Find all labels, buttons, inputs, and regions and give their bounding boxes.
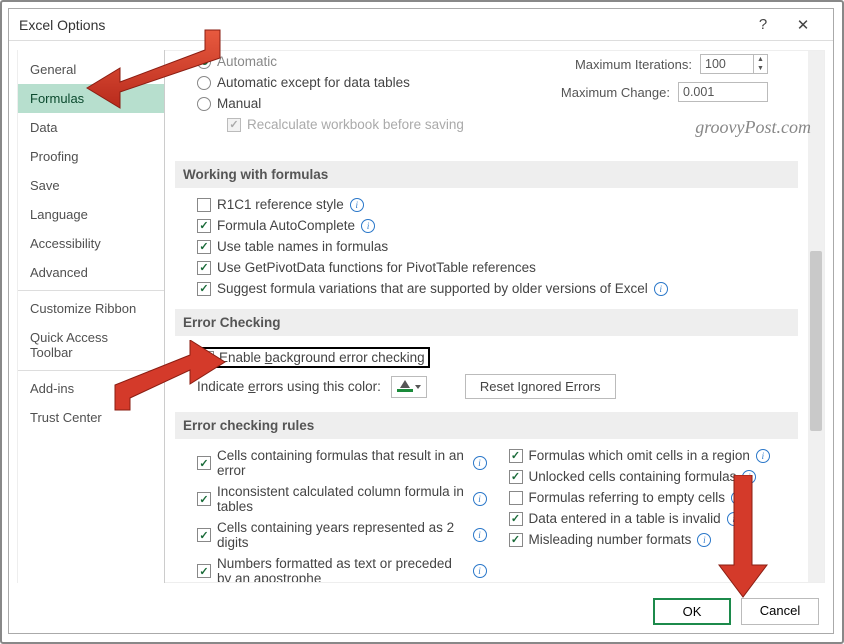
max-change-value: 0.001 <box>683 85 714 99</box>
sidebar-item-save[interactable]: Save <box>18 171 164 200</box>
rule-label: Formulas referring to empty cells <box>529 490 726 505</box>
chk-rule[interactable] <box>197 564 211 578</box>
opt-auto-except-label: Automatic except for data tables <box>217 75 410 90</box>
rule-label: Cells containing years represented as 2 … <box>217 520 467 550</box>
chk-rule[interactable] <box>509 512 523 526</box>
info-icon[interactable] <box>361 219 375 233</box>
sidebar-item-data[interactable]: Data <box>18 113 164 142</box>
lbl-getpivot: Use GetPivotData functions for PivotTabl… <box>217 260 536 275</box>
info-icon[interactable] <box>742 470 756 484</box>
radio-auto-except[interactable] <box>197 76 211 90</box>
reset-ignored-errors-button[interactable]: Reset Ignored Errors <box>465 374 616 399</box>
radio-automatic[interactable] <box>197 55 211 69</box>
section-error-rules: Error checking rules <box>175 412 798 439</box>
lbl-indicate-color: Indicate errors using this color: <box>197 379 381 394</box>
section-error-checking: Error Checking <box>175 309 798 336</box>
info-icon[interactable] <box>350 198 364 212</box>
rule-label: Data entered in a table is invalid <box>529 511 721 526</box>
info-icon[interactable] <box>473 528 487 542</box>
max-change-label: Maximum Change: <box>561 85 670 100</box>
sidebar-item-language[interactable]: Language <box>18 200 164 229</box>
sidebar-item-formulas[interactable]: Formulas <box>18 84 164 113</box>
scroll-thumb[interactable] <box>810 251 822 431</box>
fill-color-icon <box>397 381 413 392</box>
ok-button[interactable]: OK <box>653 598 731 625</box>
iteration-params: Maximum Iterations: 100▲▼ Maximum Change… <box>561 54 768 110</box>
chevron-down-icon <box>415 385 421 389</box>
lbl-suggest: Suggest formula variations that are supp… <box>217 281 648 296</box>
sidebar-item-advanced[interactable]: Advanced <box>18 258 164 287</box>
sidebar-item-proofing[interactable]: Proofing <box>18 142 164 171</box>
opt-automatic-label: Automatic <box>217 54 277 69</box>
info-icon[interactable] <box>731 491 745 505</box>
close-button[interactable]: ✕ <box>783 16 823 34</box>
chk-recalc-on-save <box>227 118 241 132</box>
chk-autocomplete[interactable] <box>197 219 211 233</box>
rule-label: Unlocked cells containing formulas <box>529 469 737 484</box>
info-icon[interactable] <box>473 492 487 506</box>
info-icon[interactable] <box>473 564 487 578</box>
help-button[interactable]: ? <box>743 16 783 33</box>
sidebar-item-accessibility[interactable]: Accessibility <box>18 229 164 258</box>
rule-label: Cells containing formulas that result in… <box>217 448 467 478</box>
chk-r1c1[interactable] <box>197 198 211 212</box>
info-icon[interactable] <box>654 282 668 296</box>
chk-rule[interactable] <box>509 449 523 463</box>
cancel-button[interactable]: Cancel <box>741 598 819 625</box>
chk-rule[interactable] <box>197 528 211 542</box>
chk-table-names[interactable] <box>197 240 211 254</box>
max-change-input[interactable]: 0.001 <box>678 82 768 102</box>
lbl-table-names: Use table names in formulas <box>217 239 388 254</box>
enable-bg-error-checking-highlight: Enable background error checking <box>197 347 430 368</box>
info-icon[interactable] <box>756 449 770 463</box>
info-icon[interactable] <box>473 456 487 470</box>
chk-getpivot[interactable] <box>197 261 211 275</box>
chk-rule[interactable] <box>509 533 523 547</box>
sidebar-item-addins[interactable]: Add-ins <box>18 374 164 403</box>
opt-manual-label: Manual <box>217 96 261 111</box>
sidebar-item-trust-center[interactable]: Trust Center <box>18 403 164 432</box>
chk-enable-bg-error-checking[interactable] <box>200 351 214 365</box>
lbl-r1c1: R1C1 reference style <box>217 197 344 212</box>
dialog-title: Excel Options <box>19 17 105 33</box>
sidebar-item-qat[interactable]: Quick Access Toolbar <box>18 323 164 367</box>
chk-suggest-variations[interactable] <box>197 282 211 296</box>
chk-rule[interactable] <box>197 492 211 506</box>
radio-manual[interactable] <box>197 97 211 111</box>
chk-rule[interactable] <box>509 470 523 484</box>
chk-rule[interactable] <box>509 491 523 505</box>
recalc-label: Recalculate workbook before saving <box>247 117 464 132</box>
category-sidebar: General Formulas Data Proofing Save Lang… <box>17 50 165 583</box>
max-iterations-label: Maximum Iterations: <box>575 57 692 72</box>
info-icon[interactable] <box>697 533 711 547</box>
titlebar: Excel Options ? ✕ <box>9 9 833 41</box>
sidebar-item-customize-ribbon[interactable]: Customize Ribbon <box>18 294 164 323</box>
dialog-footer: OK Cancel <box>653 598 819 625</box>
max-iterations-value: 100 <box>705 57 726 71</box>
lbl-enable-bg-error-checking: Enable background error checking <box>219 350 425 365</box>
excel-options-dialog: Excel Options ? ✕ General Formulas Data … <box>8 8 834 634</box>
watermark: groovyPost.com <box>695 117 811 138</box>
lbl-autocomplete: Formula AutoComplete <box>217 218 355 233</box>
error-color-picker[interactable] <box>391 376 427 398</box>
rule-label: Formulas which omit cells in a region <box>529 448 750 463</box>
info-icon[interactable] <box>727 512 741 526</box>
rule-label: Numbers formatted as text or preceded by… <box>217 556 467 583</box>
sidebar-item-general[interactable]: General <box>18 55 164 84</box>
section-working-with-formulas: Working with formulas <box>175 161 798 188</box>
rule-label: Misleading number formats <box>529 532 692 547</box>
chk-rule[interactable] <box>197 456 211 470</box>
max-iterations-input[interactable]: 100▲▼ <box>700 54 768 74</box>
rule-label: Inconsistent calculated column formula i… <box>217 484 467 514</box>
